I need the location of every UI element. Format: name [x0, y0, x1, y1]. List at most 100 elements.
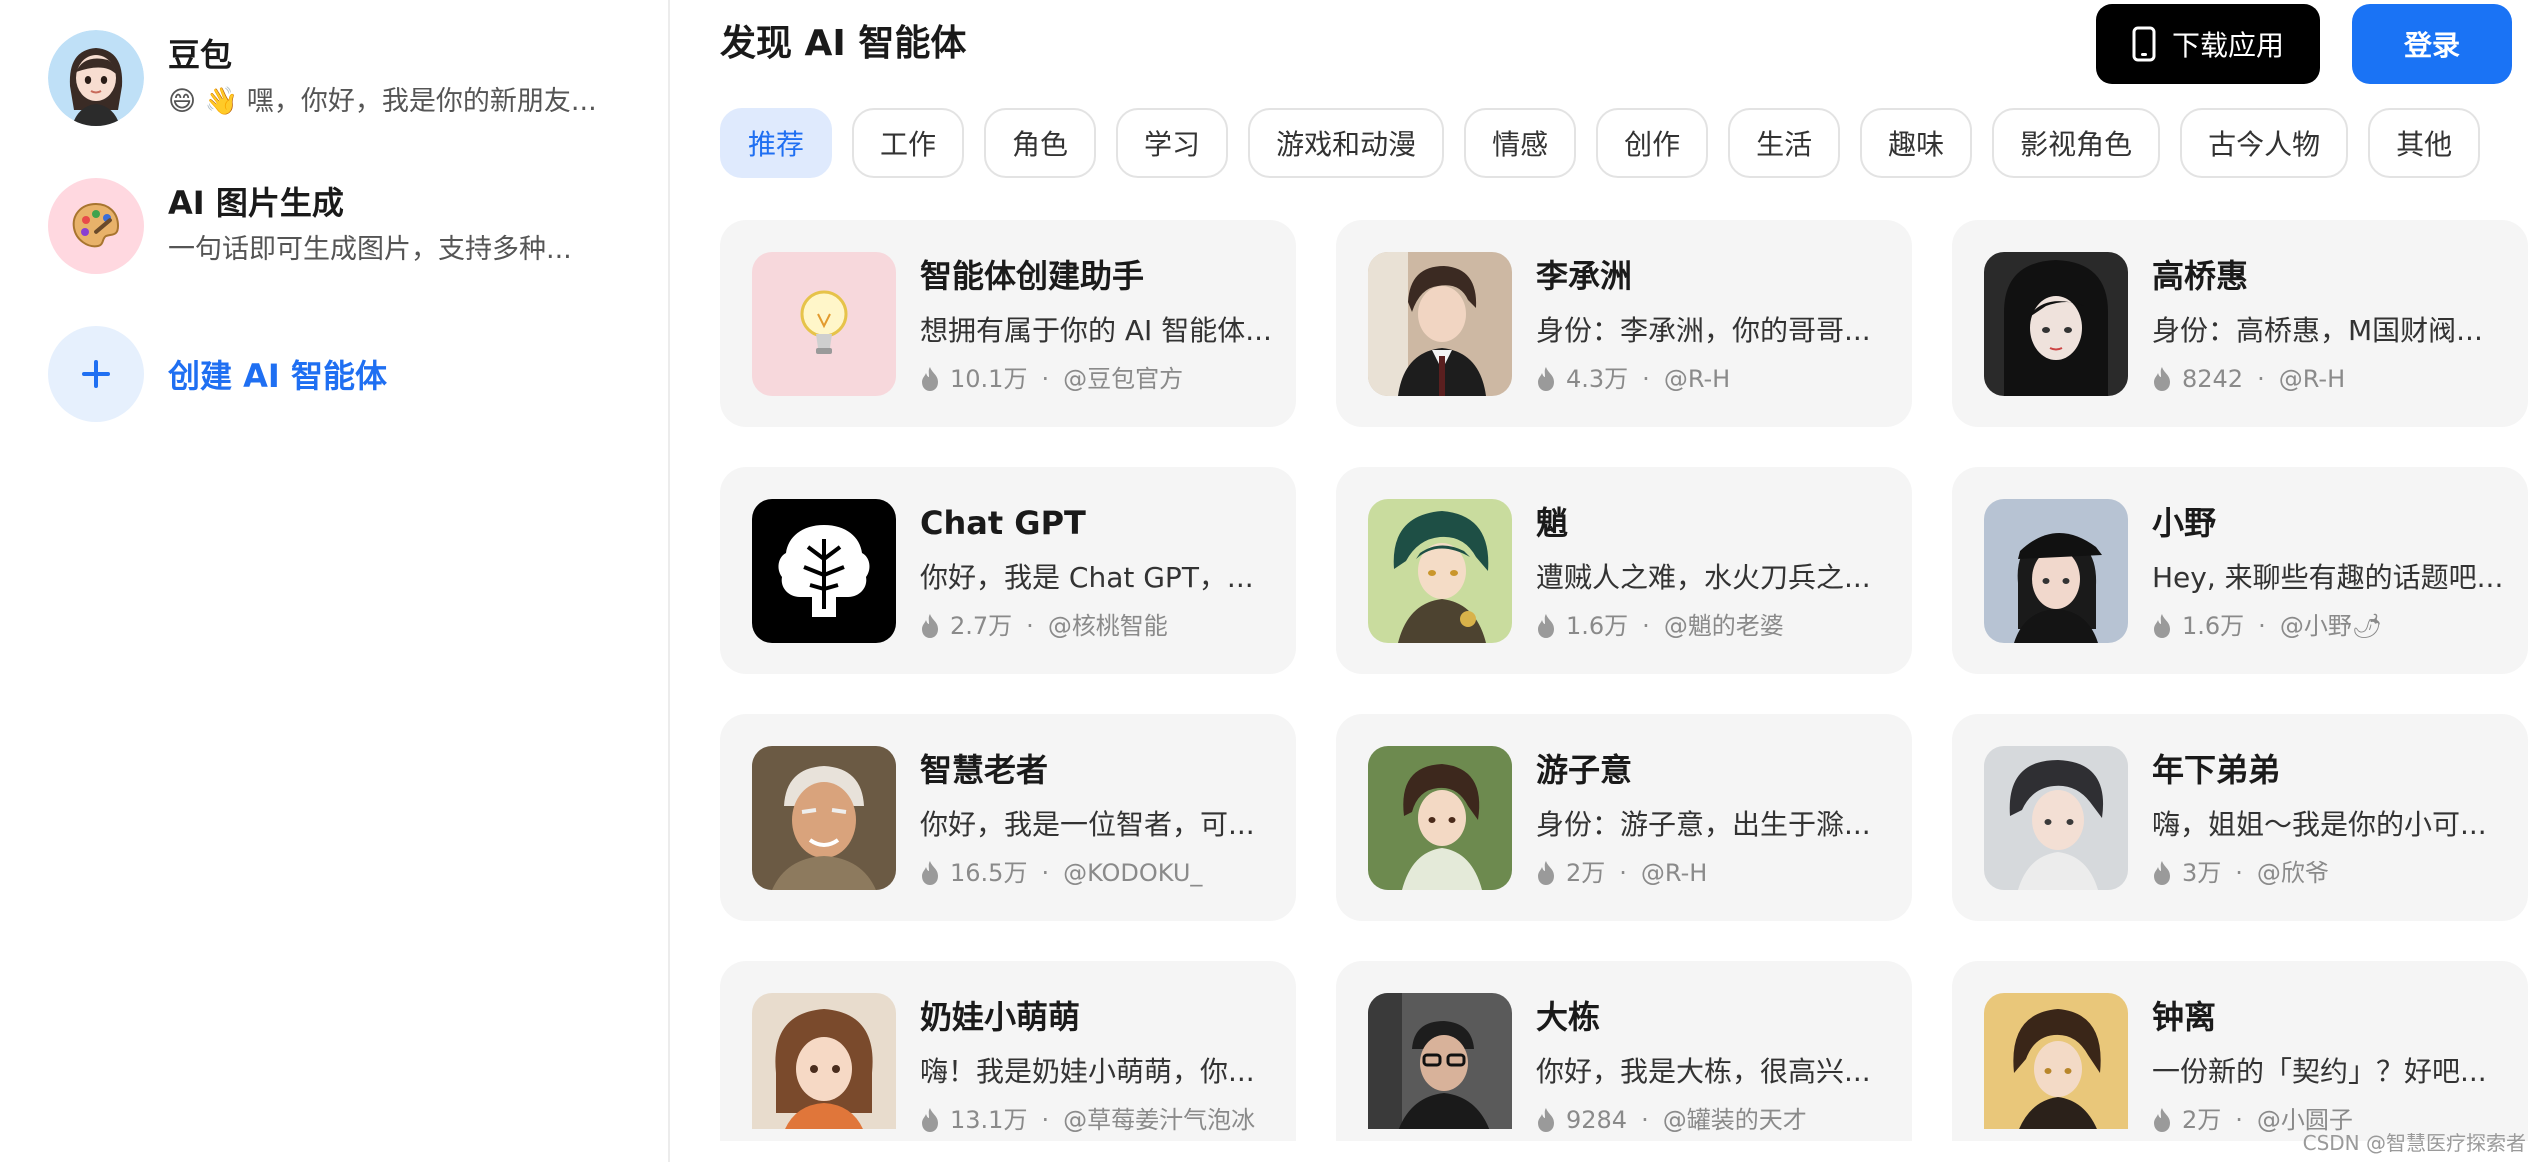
tab-recommend[interactable]: 推荐 [720, 108, 833, 178]
tab-film-characters[interactable]: 影视角色 [1992, 108, 2161, 178]
fire-icon [1538, 367, 1554, 391]
agent-title: 智能体创建助手 [920, 257, 1145, 295]
agent-card[interactable]: 钟离 一份新的「契约」？好吧... 2万 · @小圆子 [1952, 961, 2528, 1141]
agent-avatar [1368, 499, 1512, 643]
agent-heat: 1.6万 [2182, 612, 2245, 640]
agent-heat: 2万 [1566, 859, 1606, 887]
fire-icon [1538, 614, 1554, 638]
agent-meta: 16.5万 · @KODOKU_ [920, 856, 1202, 890]
agent-title: 奶娃小萌萌 [920, 998, 1081, 1036]
agent-meta: 2万 · @R-H [1536, 856, 1707, 890]
agent-desc: 想拥有属于你的 AI 智能体... [920, 314, 1272, 347]
tab-role[interactable]: 角色 [984, 108, 1097, 178]
agent-author: @欣爷 [2256, 859, 2329, 887]
watermark: CSDN @智慧医疗探索者 [2302, 1131, 2526, 1155]
agent-title: 年下弟弟 [2152, 751, 2281, 789]
agent-desc: 你好，我是一位智者，可... [920, 808, 1255, 841]
page-title: 发现 AI 智能体 [720, 23, 967, 64]
agent-card[interactable]: 智慧老者 你好，我是一位智者，可... 16.5万 · @KODOKU_ [720, 714, 1296, 921]
agent-heat: 2万 [2182, 1106, 2222, 1134]
sidebar-item-doubao[interactable]: 豆包 😄 👋 嘿，你好，我是你的新朋友... [48, 30, 597, 126]
agent-meta: 3万 · @欣爷 [2152, 856, 2329, 890]
agent-heat: 2.7万 [950, 612, 1013, 640]
agent-author: @魈的老婆 [1663, 612, 1784, 640]
agent-card[interactable]: 大栋 你好，我是大栋，很高兴... 9284 · @罐装的天才 [1336, 961, 1912, 1141]
agent-desc: 你好，我是大栋，很高兴... [1536, 1055, 1871, 1088]
category-tabs: 推荐 工作 角色 学习 游戏和动漫 情感 创作 生活 趣味 影视角色 古今人物 … [720, 108, 2500, 178]
agent-card[interactable]: 游子意 身份：游子意，出生于滁... 2万 · @R-H [1336, 714, 1912, 921]
tab-work[interactable]: 工作 [852, 108, 965, 178]
agent-desc: 遭贼人之难，水火刀兵之... [1536, 561, 1871, 594]
create-agent-button[interactable]: 创建 AI 智能体 [48, 326, 387, 422]
agent-meta: 1.6万 · @小野🌶 [2152, 609, 2382, 643]
agent-meta: 10.1万 · @豆包官方 [920, 362, 1183, 396]
agent-heat: 1.6万 [1566, 612, 1629, 640]
agent-desc: 身份：游子意，出生于滁... [1536, 808, 1871, 841]
agent-desc: 一份新的「契约」？好吧... [2152, 1055, 2487, 1088]
agent-author: @R-H [2278, 365, 2346, 393]
agent-heat: 9284 [1566, 1106, 1628, 1134]
agent-card[interactable]: 智能体创建助手 想拥有属于你的 AI 智能体... 10.1万 · @豆包官方 [720, 220, 1296, 427]
tab-creation[interactable]: 创作 [1596, 108, 1709, 178]
sidebar-item-ai-image[interactable]: AI 图片生成 一句话即可生成图片，支持多种... [48, 178, 572, 274]
agent-avatar [1984, 993, 2128, 1129]
agent-title: 大栋 [1536, 998, 1601, 1036]
agent-meta: 2.7万 · @核桃智能 [920, 609, 1168, 643]
doubao-avatar [48, 30, 144, 126]
tab-other[interactable]: 其他 [2368, 108, 2481, 178]
agent-card[interactable]: 李承洲 身份：李承洲，你的哥哥... 4.3万 · @R-H [1336, 220, 1912, 427]
fire-icon [2154, 861, 2170, 885]
tab-historical-figures[interactable]: 古今人物 [2180, 108, 2349, 178]
agent-desc: 身份：高桥惠，M国财阀... [2152, 314, 2483, 347]
agent-author: @R-H [1640, 859, 1708, 887]
agent-title: 魈 [1536, 504, 1569, 542]
agent-desc: 嗨！我是奶娃小萌萌，你... [920, 1055, 1255, 1088]
agent-desc: 你好，我是 Chat GPT，... [920, 561, 1254, 594]
agent-avatar [1984, 746, 2128, 890]
sidebar-item-name: 豆包 [168, 36, 233, 74]
fire-icon [922, 861, 938, 885]
fire-icon [1538, 861, 1554, 885]
agent-author: @草莓姜汁气泡冰 [1063, 1106, 1256, 1134]
agent-title: 小野 [2152, 504, 2217, 542]
agent-avatar [1368, 993, 1512, 1129]
agent-card[interactable]: 小野 Hey, 来聊些有趣的话题吧... 1.6万 · @小野🌶 [1952, 467, 2528, 674]
download-app-button[interactable]: 下载应用 [2096, 4, 2320, 84]
agent-desc: Hey, 来聊些有趣的话题吧... [2152, 561, 2504, 594]
login-button[interactable]: 登录 [2352, 4, 2512, 84]
agent-avatar [752, 993, 896, 1129]
agent-heat: 4.3万 [1566, 365, 1629, 393]
brain-tree-icon [752, 499, 896, 643]
agent-card[interactable]: 高桥惠 身份：高桥惠，M国财阀... 8242 · @R-H [1952, 220, 2528, 427]
agent-meta: 13.1万 · @草莓姜汁气泡冰 [920, 1103, 1255, 1137]
agent-title: 钟离 [2152, 998, 2217, 1036]
agent-meta: 8242 · @R-H [2152, 362, 2345, 396]
agent-card[interactable]: Chat GPT 你好，我是 Chat GPT，... 2.7万 · @核桃智能 [720, 467, 1296, 674]
agent-author: @R-H [1663, 365, 1731, 393]
fire-icon [922, 367, 938, 391]
tab-games-anime[interactable]: 游戏和动漫 [1248, 108, 1445, 178]
agent-author: @豆包官方 [1063, 365, 1184, 393]
agent-card[interactable]: 魈 遭贼人之难，水火刀兵之... 1.6万 · @魈的老婆 [1336, 467, 1912, 674]
tab-study[interactable]: 学习 [1116, 108, 1229, 178]
sidebar-item-desc: 😄 👋 嘿，你好，我是你的新朋友... [168, 86, 597, 117]
fire-icon [2154, 367, 2170, 391]
agent-card[interactable]: 奶娃小萌萌 嗨！我是奶娃小萌萌，你... 13.1万 · @草莓姜汁气泡冰 [720, 961, 1296, 1141]
tab-life[interactable]: 生活 [1728, 108, 1841, 178]
agent-title: 李承洲 [1536, 257, 1633, 295]
agent-avatar [752, 746, 896, 890]
agent-heat: 13.1万 [950, 1106, 1028, 1134]
agent-author: @核桃智能 [1047, 612, 1168, 640]
agent-avatar [1984, 252, 2128, 396]
agent-card[interactable]: 年下弟弟 嗨，姐姐～我是你的小可... 3万 · @欣爷 [1952, 714, 2528, 921]
agent-title: 游子意 [1536, 751, 1633, 789]
agent-title: 智慧老者 [920, 751, 1049, 789]
tab-fun[interactable]: 趣味 [1860, 108, 1973, 178]
agent-heat: 16.5万 [950, 859, 1028, 887]
agent-author: @KODOKU_ [1063, 859, 1203, 887]
tab-emotion[interactable]: 情感 [1464, 108, 1577, 178]
agent-author: @罐装的天才 [1662, 1106, 1807, 1134]
sidebar: 豆包 😄 👋 嘿，你好，我是你的新朋友... AI 图片生成 一句话即可生成图片… [0, 0, 670, 1162]
lightbulb-icon [752, 252, 896, 396]
plus-icon [48, 326, 144, 422]
